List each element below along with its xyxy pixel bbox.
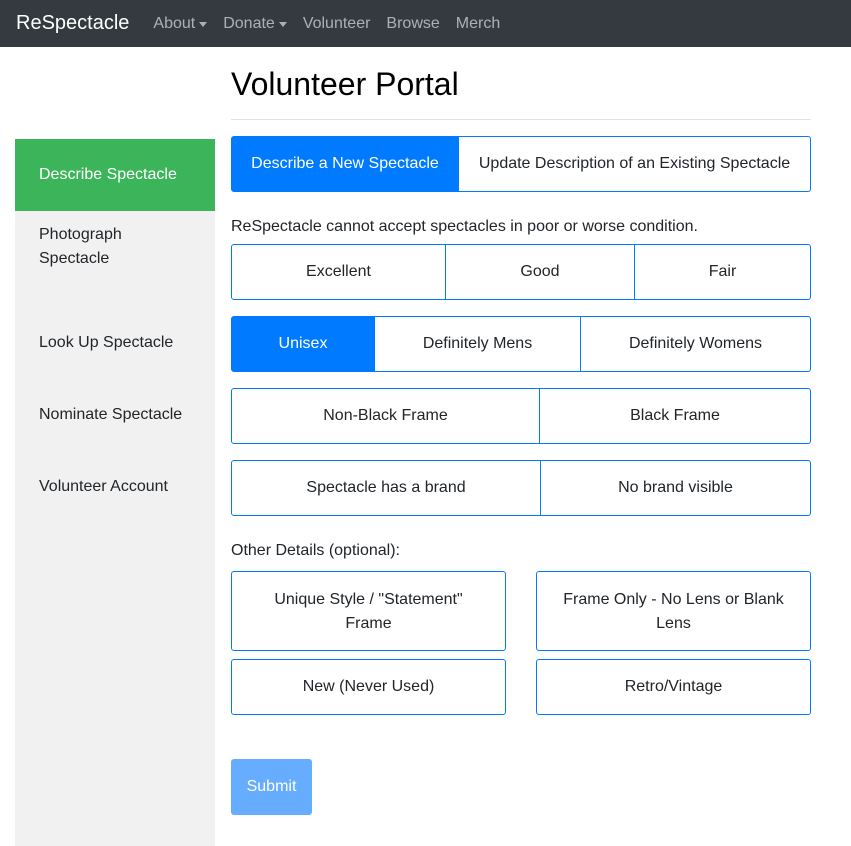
gender-womens-button[interactable]: Definitely Womens	[580, 316, 811, 372]
condition-note: ReSpectacle cannot accept spectacles in …	[231, 218, 698, 235]
has-brand-button[interactable]: Spectacle has a brand	[231, 460, 541, 516]
update-existing-button[interactable]: Update Description of an Existing Specta…	[458, 136, 811, 192]
condition-excellent-button[interactable]: Excellent	[231, 244, 446, 300]
nav-donate-label: Donate	[223, 15, 275, 32]
page-title: Volunteer Portal	[231, 66, 459, 102]
sidebar-item-nominate-spectacle[interactable]: Nominate Spectacle	[15, 379, 215, 451]
brand-button-group: Spectacle has a brand No brand visible	[231, 460, 811, 516]
gender-unisex-button[interactable]: Unisex	[231, 316, 375, 372]
sidebar-item-describe-spectacle[interactable]: Describe Spectacle	[15, 139, 215, 211]
frame-only-toggle[interactable]: Frame Only - No Lens or Blank Lens	[536, 571, 811, 651]
top-navbar: ReSpectacle About Donate Volunteer Brows…	[0, 0, 851, 47]
sidebar-item-photograph-spectacle[interactable]: Photograph Spectacle	[15, 211, 215, 283]
condition-good-button[interactable]: Good	[445, 244, 635, 300]
mode-button-group: Describe a New Spectacle Update Descript…	[231, 136, 811, 192]
statement-frame-toggle[interactable]: Unique Style / "Statement" Frame	[231, 571, 506, 651]
gender-button-group: Unisex Definitely Mens Definitely Womens	[231, 316, 811, 372]
caret-down-icon	[199, 22, 208, 27]
nav-about-label: About	[153, 15, 196, 32]
nav-donate-dropdown[interactable]: Donate	[223, 0, 287, 47]
caret-down-icon	[278, 22, 287, 27]
condition-fair-button[interactable]: Fair	[634, 244, 811, 300]
condition-button-group: Excellent Good Fair	[231, 244, 811, 300]
nav-volunteer-link[interactable]: Volunteer	[303, 0, 371, 47]
nav-merch-link[interactable]: Merch	[456, 0, 500, 47]
retro-vintage-toggle[interactable]: Retro/Vintage	[536, 659, 811, 715]
describe-new-button[interactable]: Describe a New Spectacle	[231, 136, 459, 192]
non-black-frame-button[interactable]: Non-Black Frame	[231, 388, 540, 444]
nav-browse-link[interactable]: Browse	[386, 0, 439, 47]
nav-about-dropdown[interactable]: About	[153, 0, 208, 47]
other-details-label: Other Details (optional):	[231, 542, 400, 559]
brand-logo[interactable]: ReSpectacle	[16, 0, 129, 47]
frame-button-group: Non-Black Frame Black Frame	[231, 388, 811, 444]
new-never-used-toggle[interactable]: New (Never Used)	[231, 659, 506, 715]
submit-button[interactable]: Submit	[231, 759, 312, 815]
gender-mens-button[interactable]: Definitely Mens	[374, 316, 581, 372]
sidebar-item-volunteer-account[interactable]: Volunteer Account	[15, 451, 215, 523]
sidebar: Describe Spectacle Photograph Spectacle …	[15, 139, 215, 846]
no-brand-button[interactable]: No brand visible	[540, 460, 811, 516]
sidebar-item-look-up-spectacle[interactable]: Look Up Spectacle	[15, 307, 215, 379]
black-frame-button[interactable]: Black Frame	[539, 388, 811, 444]
title-divider	[231, 119, 811, 120]
